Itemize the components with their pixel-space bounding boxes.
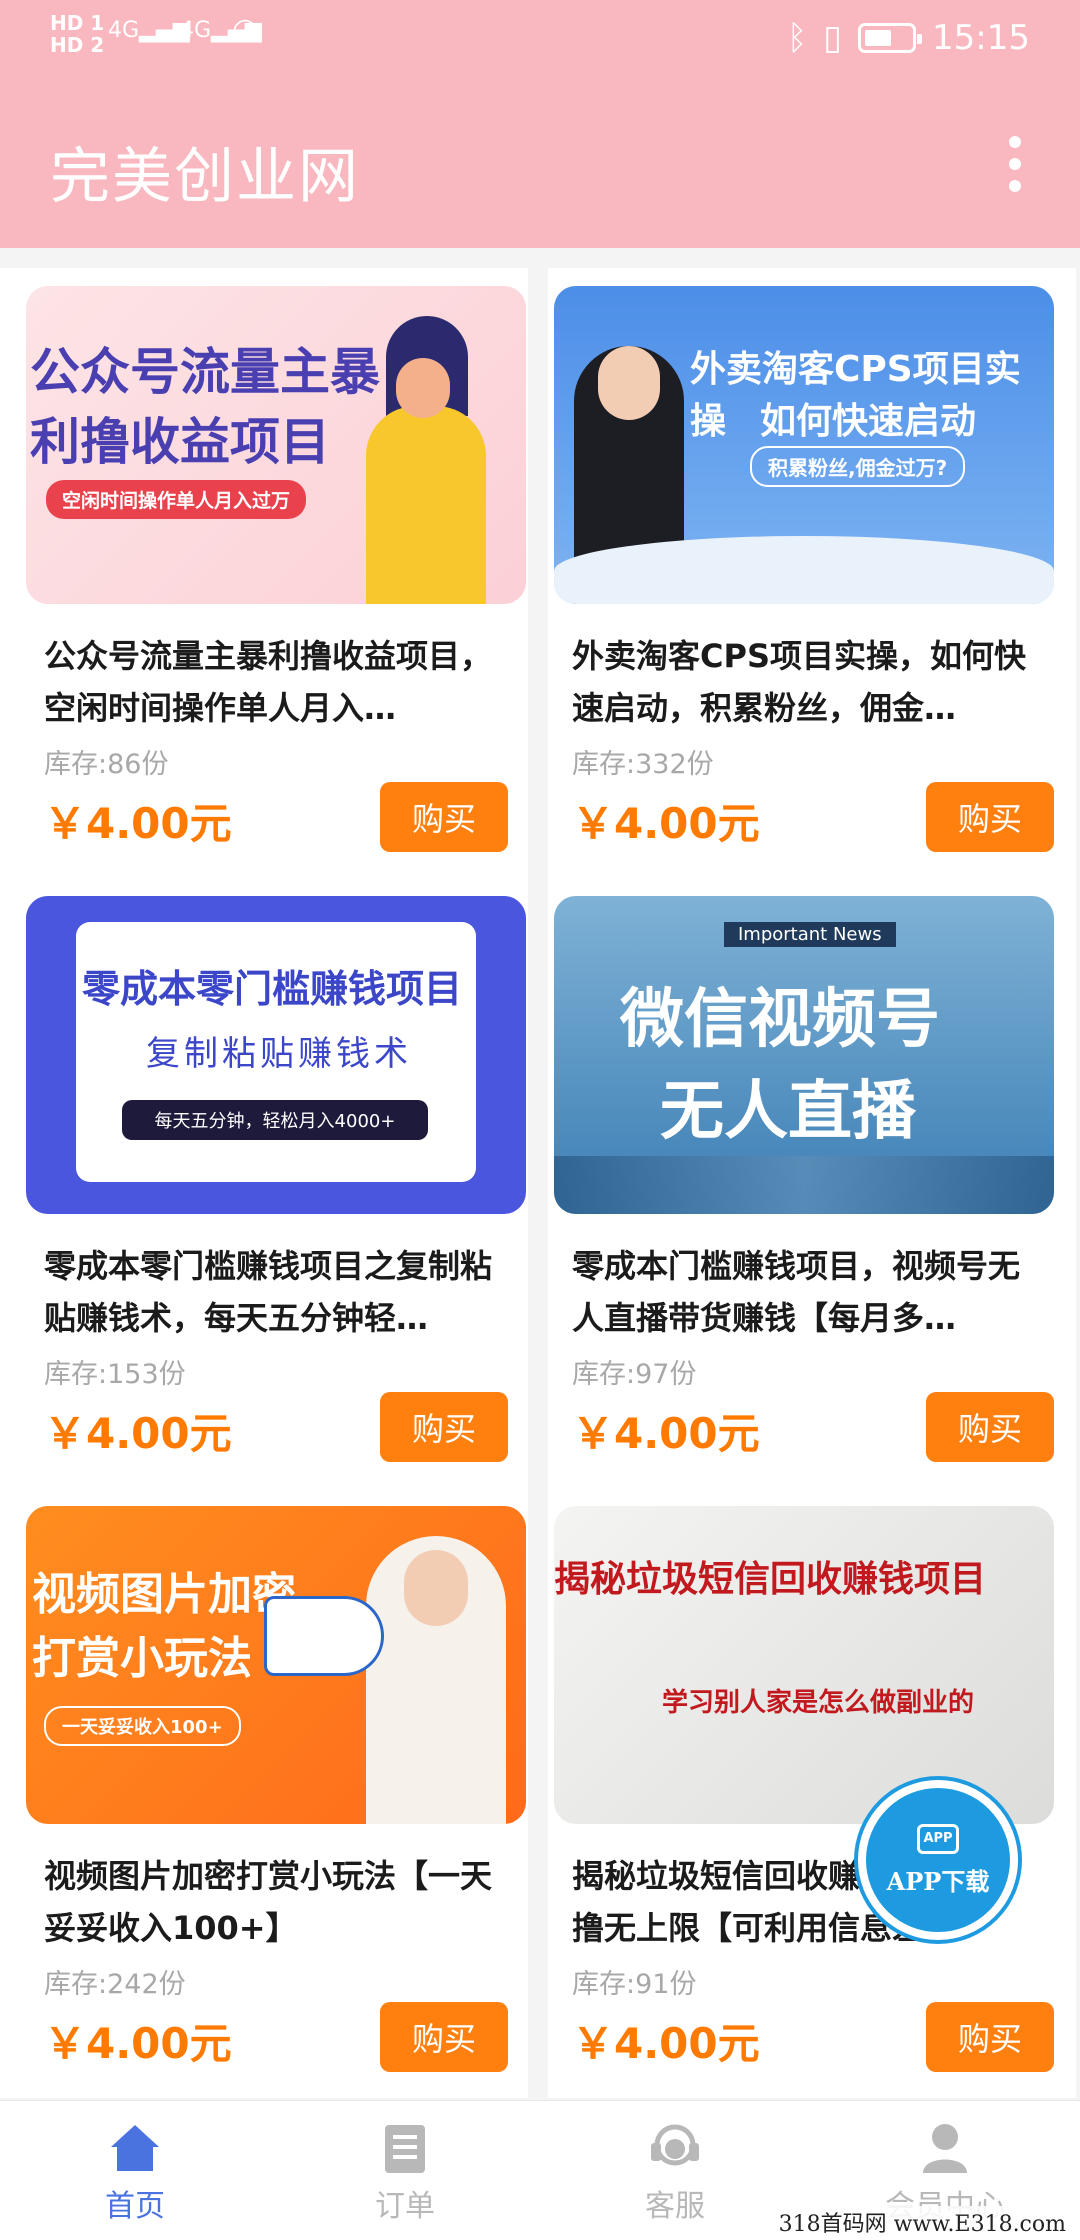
product-title[interactable]: 外卖淘客CPS项目实操，如何快速启动，积累粉丝，佣金… bbox=[572, 630, 1027, 734]
product-image[interactable]: 零成本零门槛赚钱项目 复制粘贴赚钱术 每天五分钟，轻松月入4000+ bbox=[26, 896, 526, 1214]
megaphone-icon bbox=[264, 1596, 384, 1676]
product-card[interactable]: 外卖淘客CPS项目实操 如何快速启动 积累粉丝,佣金过万? 外卖淘客CPS项目实… bbox=[548, 268, 1076, 878]
illustration-face bbox=[396, 358, 450, 418]
buy-button[interactable]: 购买 bbox=[380, 782, 508, 852]
product-title[interactable]: 零成本门槛赚钱项目，视频号无人直播带货赚钱【每月多… bbox=[572, 1240, 1027, 1344]
nav-label: 订单 bbox=[375, 2189, 435, 2224]
product-image[interactable]: 公众号流量主暴 利撸收益项目 空闲时间操作单人月入过万 bbox=[26, 286, 526, 604]
clock: 15:15 bbox=[932, 18, 1030, 58]
buy-button[interactable]: 购买 bbox=[380, 2002, 508, 2072]
nav-label: 首页 bbox=[105, 2189, 165, 2224]
banner-top-label: Important News bbox=[724, 922, 896, 947]
buy-button[interactable]: 购买 bbox=[380, 1392, 508, 1462]
vibrate-icon: ▯ bbox=[823, 18, 843, 58]
banner-tag: 学习别人家是怎么做副业的 bbox=[662, 1688, 975, 1718]
product-card[interactable]: 视频图片加密 打赏小玩法 一天妥妥收入100+ 视频图片加密打赏小玩法【一天妥妥… bbox=[0, 1488, 528, 2098]
banner-tag: 空闲时间操作单人月入过万 bbox=[46, 480, 307, 519]
nav-item-support[interactable]: 客服 bbox=[540, 2101, 810, 2240]
product-image[interactable]: 视频图片加密 打赏小玩法 一天妥妥收入100+ bbox=[26, 1506, 526, 1824]
product-title[interactable]: 视频图片加密打赏小玩法【一天妥妥收入100+】 bbox=[44, 1850, 499, 1954]
banner-line2: 复制粘贴赚钱术 bbox=[146, 1034, 412, 1074]
more-dot-icon bbox=[1009, 180, 1021, 192]
banner-line2: 利撸收益项目 bbox=[30, 413, 330, 471]
product-stock: 库存:91份 bbox=[572, 1969, 697, 2000]
network-type-1: 4G bbox=[108, 18, 140, 43]
home-icon bbox=[111, 2125, 159, 2171]
product-card[interactable]: 零成本零门槛赚钱项目 复制粘贴赚钱术 每天五分钟，轻松月入4000+ 零成本零门… bbox=[0, 878, 528, 1488]
more-options-button[interactable] bbox=[1000, 136, 1030, 192]
product-stock: 库存:97份 bbox=[572, 1359, 697, 1390]
banner-line1: 视频图片加密 bbox=[32, 1569, 296, 1620]
bluetooth-icon: ᛒ bbox=[786, 18, 808, 58]
banner-line1: 公众号流量主暴 bbox=[30, 343, 380, 401]
app-icon: APP bbox=[917, 1823, 959, 1854]
banner-tag: 一天妥妥收入100+ bbox=[44, 1706, 241, 1746]
product-price: ￥4.00元 bbox=[44, 799, 232, 848]
more-dot-icon bbox=[1009, 158, 1021, 170]
buy-button[interactable]: 购买 bbox=[926, 1392, 1054, 1462]
network-type-2: 4G bbox=[180, 18, 212, 43]
banner-skyline bbox=[554, 1156, 1054, 1214]
battery-icon bbox=[858, 23, 923, 53]
product-card[interactable]: Important News 微信视频号 无人直播 零成本门槛赚钱项目，视频号无… bbox=[548, 878, 1076, 1488]
hd2-indicator: HD 2 bbox=[50, 33, 105, 57]
banner-line2: 无人直播 bbox=[660, 1075, 916, 1149]
illustration-face bbox=[404, 1550, 468, 1626]
status-right: ᛒ ▯ 15:15 bbox=[787, 18, 1030, 58]
product-title[interactable]: 公众号流量主暴利撸收益项目，空闲时间操作单人月入… bbox=[44, 630, 499, 734]
product-stock: 库存:86份 bbox=[44, 749, 169, 780]
product-image[interactable]: 外卖淘客CPS项目实操 如何快速启动 积累粉丝,佣金过万? bbox=[554, 286, 1054, 604]
product-stock: 库存:153份 bbox=[44, 1359, 186, 1390]
sim-indicators: HD 1 HD 2 bbox=[50, 12, 104, 56]
signal-icon-1: 4G▂▄▆ bbox=[108, 18, 190, 43]
nav-item-home[interactable]: 首页 bbox=[0, 2101, 270, 2240]
illustration-body bbox=[366, 406, 486, 604]
user-icon bbox=[923, 2124, 967, 2173]
product-price: ￥4.00元 bbox=[572, 2019, 760, 2068]
banner-line1: 零成本零门槛赚钱项目 bbox=[82, 967, 463, 1011]
watermark: 318首码网 www.E318.com bbox=[772, 2206, 1072, 2238]
banner-line2: 如何快速启动 bbox=[760, 401, 977, 442]
product-price: ￥4.00元 bbox=[44, 2019, 232, 2068]
product-card[interactable]: 公众号流量主暴 利撸收益项目 空闲时间操作单人月入过万 公众号流量主暴利撸收益项… bbox=[0, 268, 528, 878]
clipboard-icon bbox=[385, 2125, 425, 2173]
banner-line2: 打赏小玩法 bbox=[32, 1633, 252, 1684]
product-price: ￥4.00元 bbox=[572, 1409, 760, 1458]
banner-tag: 积累粉丝,佣金过万? bbox=[750, 446, 966, 487]
hd1-indicator: HD 1 bbox=[50, 11, 105, 35]
banner-line1: 微信视频号 bbox=[620, 983, 940, 1057]
product-stock: 库存:332份 bbox=[572, 749, 714, 780]
app-header: HD 1 HD 2 4G▂▄▆ 4G▂▄▆ ◠ ᛒ ▯ 15:15 完美创业网 bbox=[0, 0, 1080, 248]
banner-tag: 每天五分钟，轻松月入4000+ bbox=[122, 1100, 428, 1140]
more-dot-icon bbox=[1009, 136, 1021, 148]
wifi-icon: ◠ bbox=[232, 12, 259, 47]
banner-wave bbox=[554, 536, 1054, 604]
app-download-button[interactable]: APP APP下载 bbox=[858, 1780, 1018, 1940]
product-stock: 库存:242份 bbox=[44, 1969, 186, 2000]
buy-button[interactable]: 购买 bbox=[926, 782, 1054, 852]
illustration-face bbox=[598, 346, 660, 420]
product-price: ￥4.00元 bbox=[572, 799, 760, 848]
app-download-label: APP下载 bbox=[886, 1866, 990, 1896]
product-image[interactable]: Important News 微信视频号 无人直播 bbox=[554, 896, 1054, 1214]
banner-line1: 揭秘垃圾短信回收赚钱项目 bbox=[554, 1558, 987, 1600]
product-price: ￥4.00元 bbox=[44, 1409, 232, 1458]
nav-item-orders[interactable]: 订单 bbox=[270, 2101, 540, 2240]
product-image[interactable]: 揭秘垃圾短信回收赚钱项目 学习别人家是怎么做副业的 bbox=[554, 1506, 1054, 1824]
product-card[interactable]: 揭秘垃圾短信回收赚钱项目 学习别人家是怎么做副业的 揭秘垃圾短信回收赚钱项目，日… bbox=[548, 1488, 1076, 2098]
nav-label: 客服 bbox=[645, 2189, 705, 2224]
status-bar: HD 1 HD 2 4G▂▄▆ 4G▂▄▆ ◠ ᛒ ▯ 15:15 bbox=[0, 0, 1080, 80]
buy-button[interactable]: 购买 bbox=[926, 2002, 1054, 2072]
headset-icon bbox=[651, 2124, 699, 2166]
product-title[interactable]: 零成本零门槛赚钱项目之复制粘贴赚钱术，每天五分钟轻… bbox=[44, 1240, 499, 1344]
page-title: 完美创业网 bbox=[50, 142, 360, 212]
